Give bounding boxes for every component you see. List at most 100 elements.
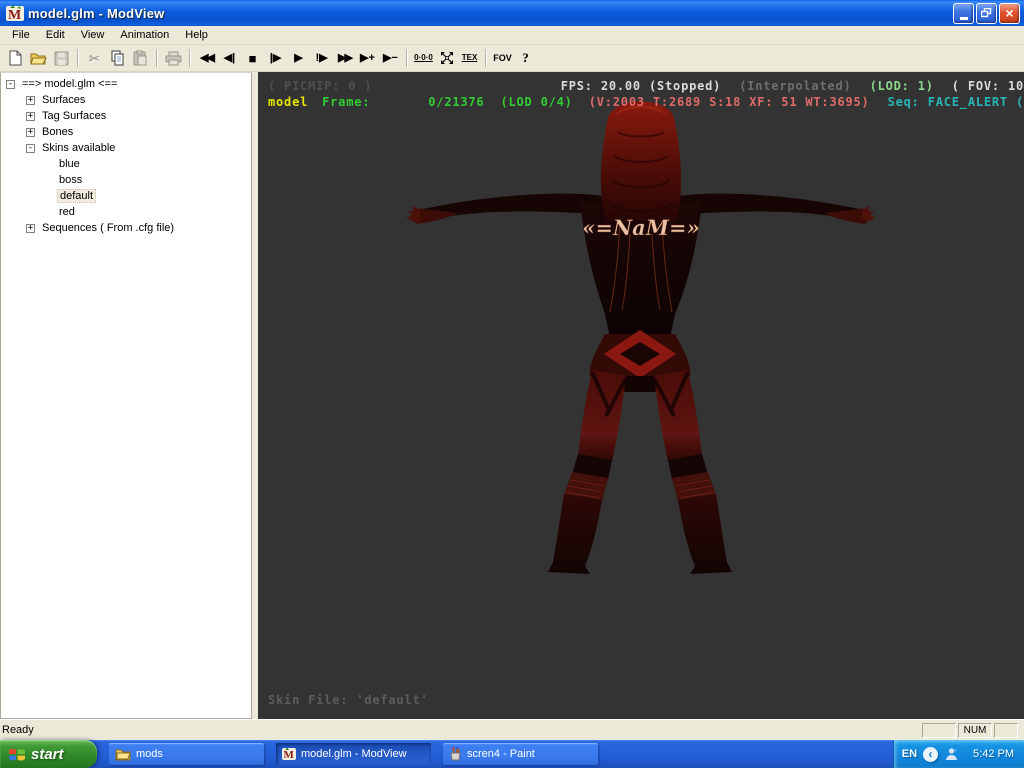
- save-disk-icon: [54, 51, 69, 66]
- texture-icon: TEX: [462, 54, 478, 62]
- tree-item-label: blue: [57, 158, 82, 170]
- cut-button[interactable]: ✂: [83, 47, 106, 69]
- stop-button[interactable]: ■: [241, 47, 264, 69]
- messenger-person-icon[interactable]: [944, 747, 959, 762]
- tree-item-skin-default[interactable]: default: [1, 188, 251, 204]
- cut-scissors-icon: ✂: [89, 52, 100, 65]
- pan-arrows-icon: [439, 50, 455, 66]
- tree-item-root[interactable]: - ==> model.glm <==: [1, 76, 251, 92]
- new-button[interactable]: [4, 47, 27, 69]
- tray-collapse-chevron-icon[interactable]: ‹: [923, 747, 938, 762]
- copy-icon: [110, 50, 125, 66]
- fast-forward-button[interactable]: ▶▶: [333, 47, 356, 69]
- expand-icon[interactable]: +: [26, 96, 35, 105]
- step-forward-icon: |▶: [270, 53, 282, 64]
- play-from-start-icon: !▶: [315, 53, 327, 64]
- menu-edit[interactable]: Edit: [38, 27, 73, 43]
- model-tree-panel: - ==> model.glm <== + Surfaces + Tag Sur…: [0, 72, 252, 719]
- stop-icon: ■: [249, 52, 257, 65]
- step-forward-button[interactable]: |▶: [264, 47, 287, 69]
- expand-icon[interactable]: +: [26, 224, 35, 233]
- tree-item-skin-boss[interactable]: boss: [1, 172, 251, 188]
- save-button[interactable]: [50, 47, 73, 69]
- menu-bar: File Edit View Animation Help: [0, 26, 1024, 45]
- restore-button[interactable]: [976, 3, 997, 24]
- hud-lod-count: (LOD 0/4): [500, 95, 572, 109]
- toolbar-separator: [156, 49, 158, 67]
- taskbar-button-modview[interactable]: M model.glm - ModView: [276, 743, 431, 765]
- language-indicator[interactable]: EN: [902, 748, 917, 760]
- windows-logo-icon: [8, 746, 26, 763]
- close-button[interactable]: ×: [999, 3, 1020, 24]
- title-bar[interactable]: M model.glm - ModView ×: [0, 0, 1024, 26]
- reset-view-button[interactable]: [435, 47, 458, 69]
- speed-up-button[interactable]: ▶+: [356, 47, 379, 69]
- svg-text:M: M: [284, 749, 295, 761]
- restore-icon: [981, 8, 992, 18]
- expand-icon[interactable]: +: [26, 112, 35, 121]
- help-button[interactable]: ?: [514, 47, 537, 69]
- tree-item-skins-available[interactable]: - Skins available: [1, 140, 251, 156]
- tree-item-skin-blue[interactable]: blue: [1, 156, 251, 172]
- tree-item-label: ==> model.glm <==: [20, 78, 119, 90]
- content-area: - ==> model.glm <== + Surfaces + Tag Sur…: [0, 72, 1024, 719]
- open-folder-icon: [30, 51, 47, 66]
- paste-button[interactable]: [129, 47, 152, 69]
- play-button[interactable]: ▶: [287, 47, 310, 69]
- status-cell-empty: [922, 723, 956, 738]
- modview-window: M model.glm - ModView × File Edit View A…: [0, 0, 1024, 768]
- texture-button[interactable]: TEX: [458, 47, 481, 69]
- speed-down-icon: ▶−: [383, 53, 398, 64]
- tree-item-label: Surfaces: [40, 94, 87, 106]
- hud-interpolated: (Interpolated): [739, 79, 851, 93]
- taskbar-button-mods[interactable]: mods: [109, 743, 264, 765]
- frame-numbers-button[interactable]: 0·0·0: [412, 47, 435, 69]
- rewind-start-button[interactable]: ◀◀: [195, 47, 218, 69]
- tree-item-surfaces[interactable]: + Surfaces: [1, 92, 251, 108]
- taskbar-button-paint[interactable]: scren4 - Paint: [443, 743, 598, 765]
- speed-down-button[interactable]: ▶−: [379, 47, 402, 69]
- tree-item-skin-red[interactable]: red: [1, 204, 251, 220]
- menu-animation[interactable]: Animation: [112, 27, 177, 43]
- copy-button[interactable]: [106, 47, 129, 69]
- app-icon: M: [6, 4, 24, 22]
- frame-numbers-icon: 0·0·0: [414, 54, 433, 62]
- fast-forward-icon: ▶▶: [338, 53, 351, 64]
- hud-line-1: ( PICMIP: 0 ) FPS: 20.00 (Stopped) (Inte…: [268, 79, 1024, 93]
- play-from-start-button[interactable]: !▶: [310, 47, 333, 69]
- hud-model-name: model: [268, 95, 308, 109]
- hud-picmip: ( PICMIP: 0 ): [268, 79, 372, 93]
- model-viewport[interactable]: «=NaM=» ( PICMIP: 0 ) FPS: 20.00 (Stoppe…: [258, 72, 1024, 719]
- toolbar-separator: [485, 49, 487, 67]
- taskbar: start mods M model.glm - ModView: [0, 740, 1024, 768]
- print-button[interactable]: [162, 47, 185, 69]
- svg-text:M: M: [8, 8, 21, 22]
- menu-view[interactable]: View: [73, 27, 113, 43]
- paste-clipboard-icon: [133, 50, 148, 66]
- fov-button[interactable]: FOV: [491, 47, 514, 69]
- new-file-icon: [8, 50, 23, 66]
- start-button[interactable]: start: [0, 740, 97, 768]
- tree-item-label: Tag Surfaces: [40, 110, 108, 122]
- step-back-icon: ◀|: [224, 53, 236, 64]
- start-button-label: start: [31, 746, 64, 763]
- system-tray: EN ‹ 5:42 PM: [893, 740, 1024, 768]
- taskbar-button-label: scren4 - Paint: [467, 748, 535, 760]
- toolbar-separator: [189, 49, 191, 67]
- num-lock-indicator: NUM: [958, 723, 992, 738]
- tree-item-label: red: [57, 206, 77, 218]
- minimize-button[interactable]: [953, 3, 974, 24]
- tree-item-tag-surfaces[interactable]: + Tag Surfaces: [1, 108, 251, 124]
- step-back-button[interactable]: ◀|: [218, 47, 241, 69]
- tree-item-sequences[interactable]: + Sequences ( From .cfg file): [1, 220, 251, 236]
- menu-file[interactable]: File: [4, 27, 38, 43]
- tree-item-bones[interactable]: + Bones: [1, 124, 251, 140]
- status-cell-empty: [994, 723, 1018, 738]
- collapse-icon[interactable]: -: [6, 80, 15, 89]
- tree-item-label: Sequences ( From .cfg file): [40, 222, 176, 234]
- open-button[interactable]: [27, 47, 50, 69]
- menu-help[interactable]: Help: [177, 27, 216, 43]
- expand-icon[interactable]: +: [26, 128, 35, 137]
- hud-vert-stats: (V:2003 T:2689 S:18 XF: 51 WT:3695): [589, 95, 870, 109]
- collapse-icon[interactable]: -: [26, 144, 35, 153]
